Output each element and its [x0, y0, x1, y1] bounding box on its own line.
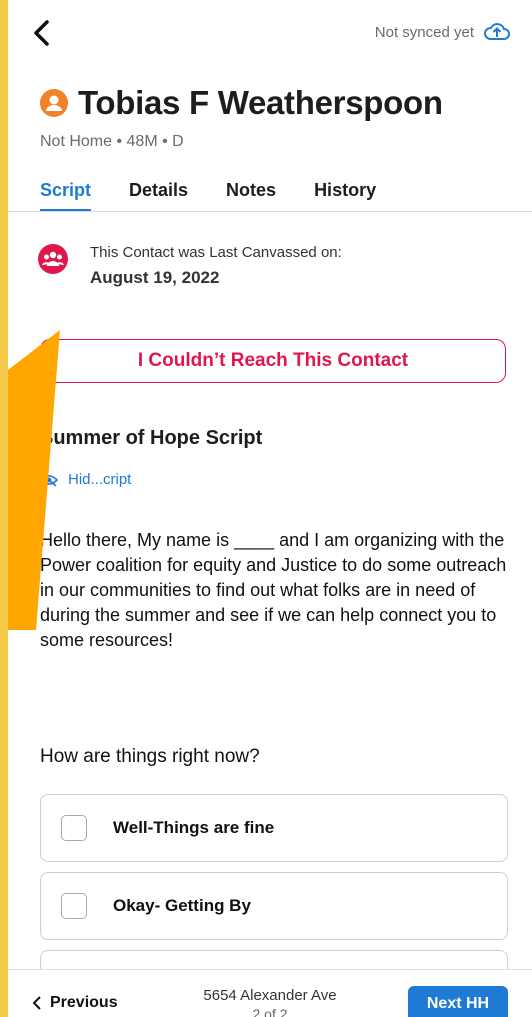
contact-header: Tobias F Weatherspoon [40, 84, 443, 122]
tab-script[interactable]: Script [40, 180, 92, 212]
back-button[interactable] [30, 18, 54, 48]
checkbox[interactable] [61, 893, 87, 919]
app-screen: Not synced yet Tobias F Weatherspoon Not… [8, 0, 532, 1017]
question-text: How are things right now? [40, 746, 260, 767]
last-canvassed-date: August 19, 2022 [90, 268, 220, 287]
script-title: Summer of Hope Script [40, 427, 263, 449]
tab-divider [8, 211, 532, 212]
answer-option[interactable]: Well-Things are fine [40, 794, 508, 862]
contact-subline: Not Home • 48M • D [40, 133, 184, 150]
script-body: Hello there, My name is ____ and I am or… [40, 530, 507, 650]
answer-option[interactable]: Okay- Getting By [40, 872, 508, 940]
next-household-button[interactable]: Next HH [408, 986, 508, 1017]
answer-option-label: Okay- Getting By [113, 896, 251, 915]
hide-script-label: Hid...cript [68, 471, 132, 488]
sync-status[interactable]: Not synced yet [375, 22, 510, 42]
person-icon [40, 89, 68, 117]
group-icon [38, 244, 68, 274]
tab-bar: Script Details Notes History [40, 180, 376, 212]
checkbox[interactable] [61, 815, 87, 841]
chevron-left-icon [34, 20, 49, 46]
tab-notes[interactable]: Notes [226, 180, 276, 212]
tab-history[interactable]: History [314, 180, 376, 212]
couldnt-reach-button[interactable]: I Couldn’t Reach This Contact [40, 339, 506, 383]
sync-status-label: Not synced yet [374, 23, 474, 41]
contact-name: Tobias F Weatherspoon [78, 84, 443, 121]
bottom-navigation: Previous 5654 Alexander Ave 2 of 2 Next … [8, 969, 532, 1017]
orange-overlay-shape [8, 330, 60, 630]
tab-details[interactable]: Details [129, 180, 188, 212]
left-edge-strip [0, 0, 8, 1017]
answer-option-label: Well-Things are fine [113, 818, 275, 837]
cloud-upload-icon [484, 23, 510, 40]
last-canvassed-label: This Contact was Last Canvassed on: [90, 244, 342, 261]
